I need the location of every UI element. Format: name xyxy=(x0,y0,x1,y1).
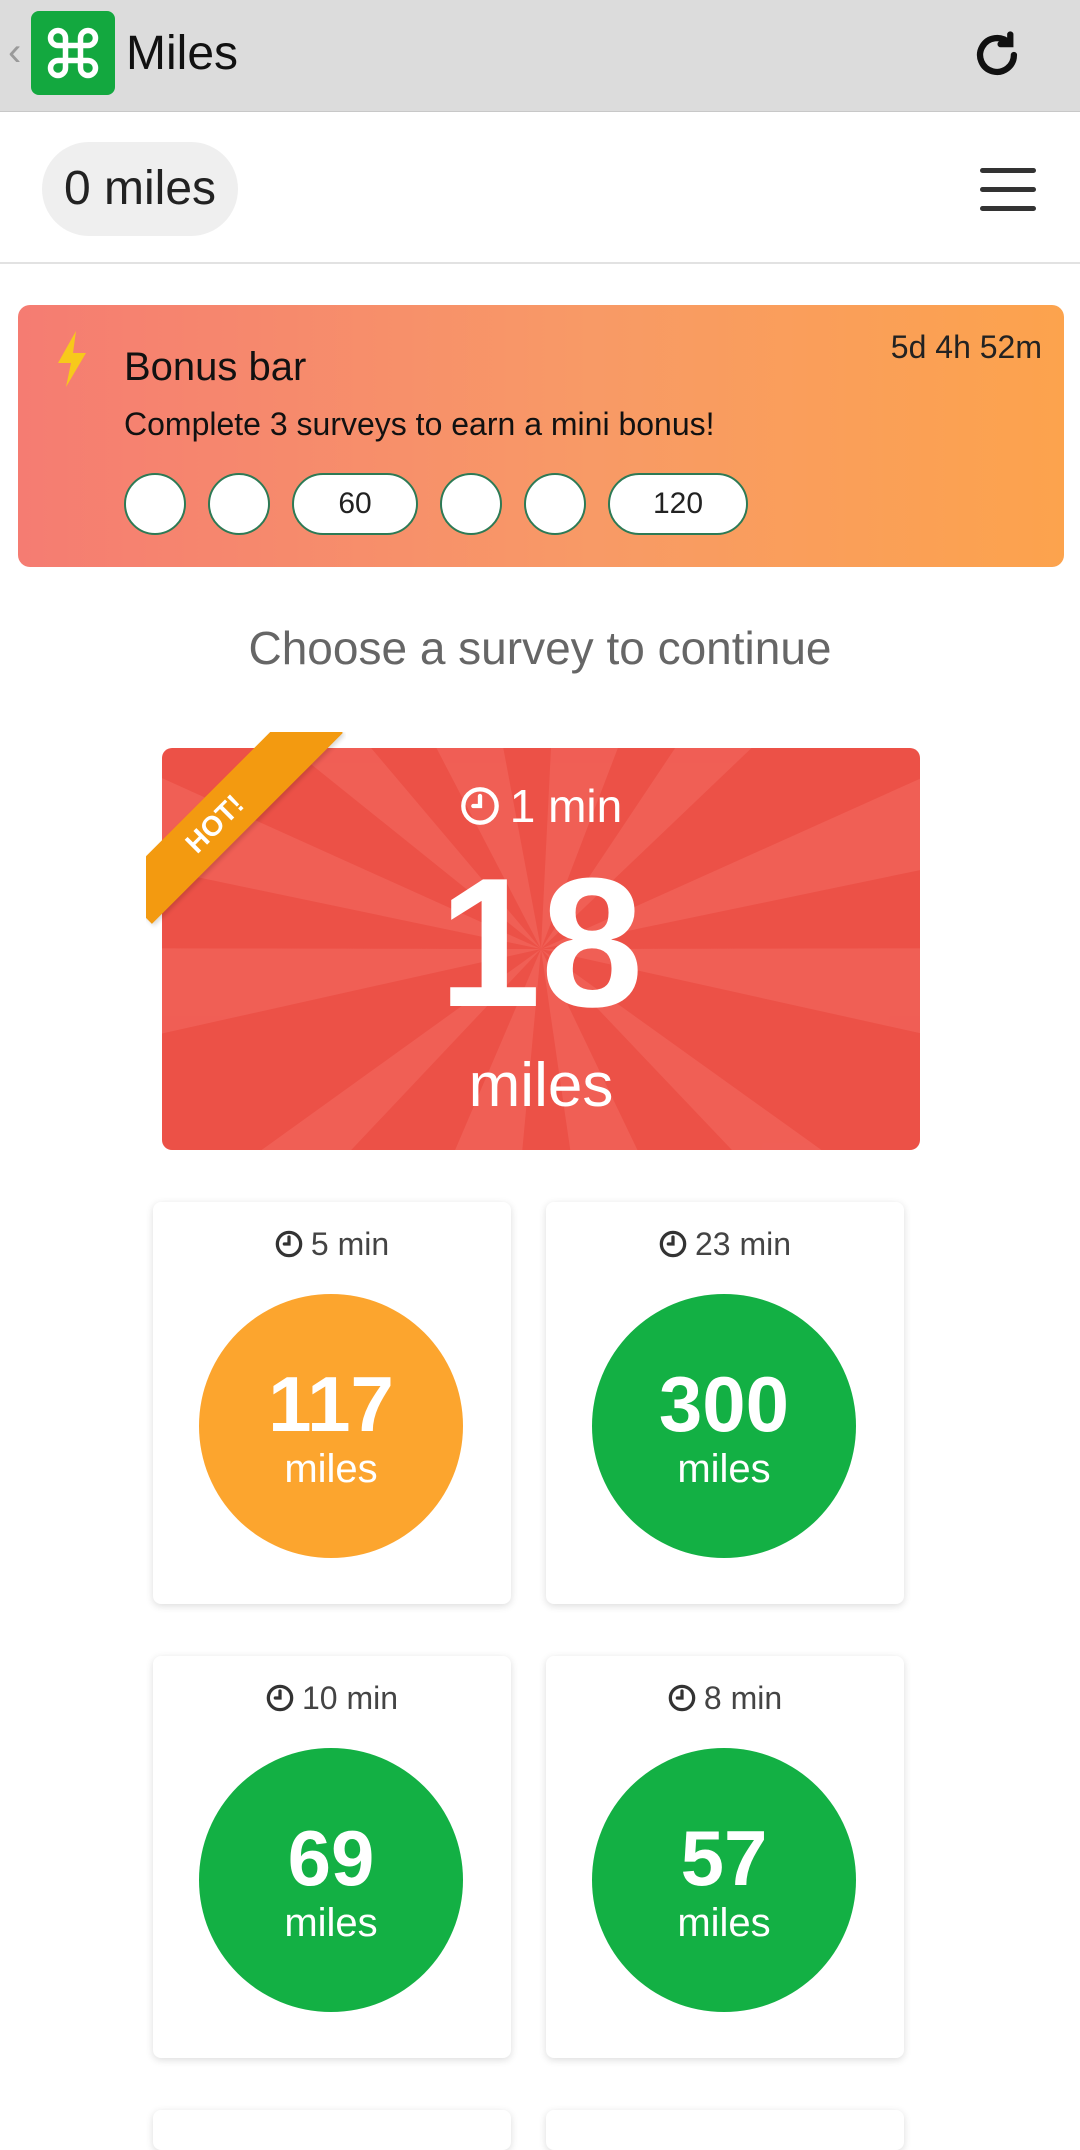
survey-time: 5 min xyxy=(153,1224,511,1264)
bonus-steps: 60 120 xyxy=(124,473,748,535)
bonus-title: Bonus bar xyxy=(124,345,307,389)
back-chevron-icon[interactable]: ‹ xyxy=(8,30,28,74)
survey-time-label: 8 min xyxy=(703,1680,783,1716)
command-icon xyxy=(31,11,115,95)
survey-card[interactable]: 5 min 117 miles xyxy=(153,1202,511,1604)
hamburger-menu-icon[interactable] xyxy=(980,168,1036,212)
survey-unit: miles xyxy=(284,1447,378,1491)
survey-time-label: 23 min xyxy=(694,1226,792,1262)
bonus-step xyxy=(440,473,502,535)
survey-card[interactable]: 10 min 69 miles xyxy=(153,1656,511,2058)
survey-time-label: 5 min xyxy=(310,1226,390,1262)
app-title: Miles xyxy=(126,27,239,80)
survey-reward-circle: 117 miles xyxy=(199,1294,463,1558)
lightning-bolt-icon xyxy=(54,329,90,389)
refresh-icon[interactable] xyxy=(968,26,1026,84)
hot-survey-unit: miles xyxy=(468,1051,614,1120)
survey-value: 300 xyxy=(658,1360,790,1448)
survey-reward-circle: 57 miles xyxy=(592,1748,856,2012)
survey-value: 57 xyxy=(680,1814,768,1902)
hot-ribbon: HOT! xyxy=(146,732,346,932)
bonus-step-reward: 120 xyxy=(608,473,748,535)
bonus-step-reward: 60 xyxy=(292,473,418,535)
survey-unit: miles xyxy=(677,1447,771,1491)
clock-icon xyxy=(460,787,499,825)
survey-time: 8 min xyxy=(546,1678,904,1718)
bonus-step xyxy=(208,473,270,535)
clock-icon xyxy=(266,1684,294,1712)
survey-card[interactable]: 23 min 300 miles xyxy=(546,1202,904,1604)
hot-ribbon-label: HOT! xyxy=(179,788,250,859)
hot-survey-time-label: 1 min xyxy=(509,780,623,832)
survey-value: 69 xyxy=(287,1814,375,1902)
survey-reward-circle: 300 miles xyxy=(592,1294,856,1558)
survey-unit: miles xyxy=(677,1901,771,1945)
choose-survey-heading: Choose a survey to continue xyxy=(248,622,832,674)
survey-card[interactable] xyxy=(153,2110,511,2150)
survey-card[interactable]: 8 min 57 miles xyxy=(546,1656,904,2058)
bonus-description: Complete 3 surveys to earn a mini bonus! xyxy=(124,406,715,442)
survey-time-label: 10 min xyxy=(301,1680,399,1716)
survey-card[interactable] xyxy=(546,2110,904,2150)
survey-time: 23 min xyxy=(546,1224,904,1264)
bonus-timer: 5d 4h 52m xyxy=(890,329,1042,365)
bonus-step xyxy=(124,473,186,535)
header-bar: 0 miles xyxy=(0,112,1080,264)
clock-icon xyxy=(275,1230,303,1258)
survey-unit: miles xyxy=(284,1901,378,1945)
bonus-step xyxy=(524,473,586,535)
survey-value: 117 xyxy=(268,1360,394,1448)
app-bar: ‹ Miles xyxy=(0,0,1080,112)
bonus-bar: Bonus bar 5d 4h 52m Complete 3 surveys t… xyxy=(18,305,1064,567)
clock-icon xyxy=(659,1230,687,1258)
survey-time: 10 min xyxy=(153,1678,511,1718)
survey-reward-circle: 69 miles xyxy=(199,1748,463,2012)
miles-balance[interactable]: 0 miles xyxy=(42,142,239,236)
clock-icon xyxy=(668,1684,696,1712)
